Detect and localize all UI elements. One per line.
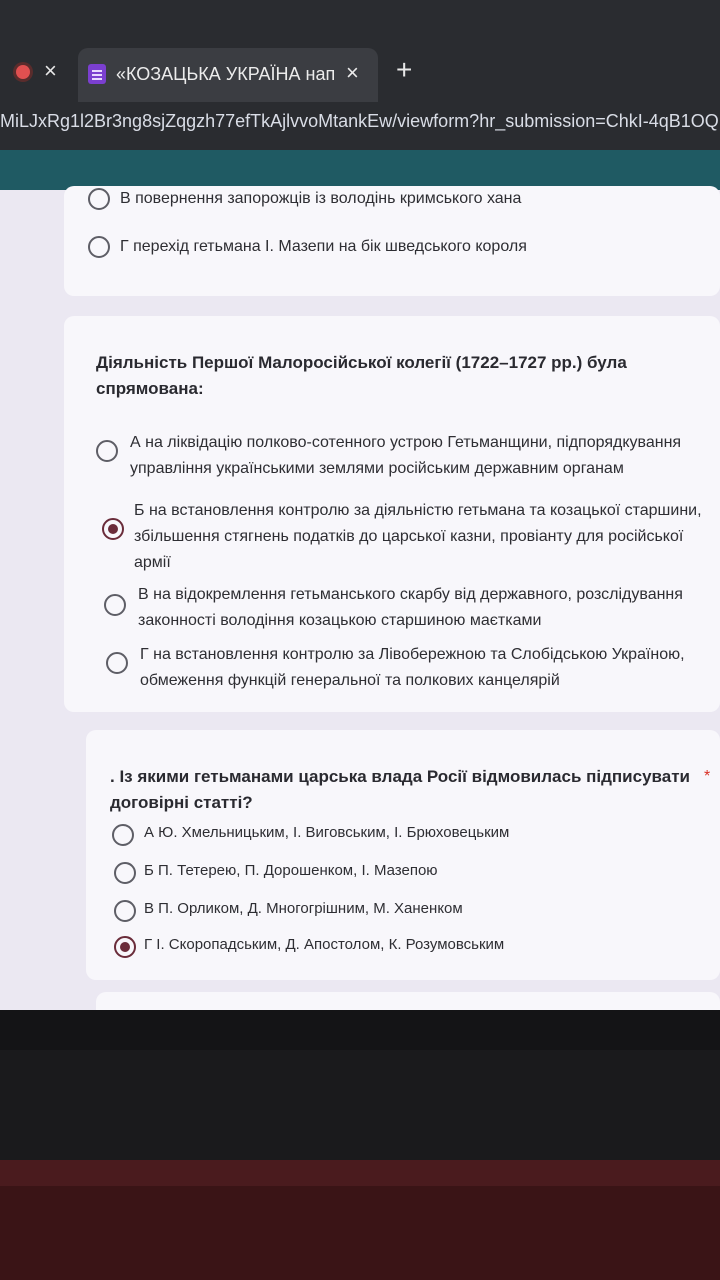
bezel-edge [0, 1160, 720, 1186]
option-label: Г на встановлення контролю за Лівобережн… [140, 646, 685, 689]
question-title: . Із якими гетьманами царська влада Росі… [110, 767, 690, 786]
radio-option-b-selected[interactable] [102, 518, 124, 540]
radio-option-a[interactable] [112, 824, 134, 846]
question-title: Діяльність Першої Малоросійської колегії… [96, 353, 627, 372]
browser-chrome: × «КОЗАЦЬКА УКРАЇНА наприкін × + MiLJxRg… [0, 0, 720, 190]
radio-option-d[interactable] [106, 652, 128, 674]
option-label: А на ліквідацію полково-сотенного устрою… [130, 434, 682, 477]
radio-option-c[interactable] [114, 900, 136, 922]
option-label: В П. Орликом, Д. Многогрішним, М. Ханенк… [144, 900, 463, 917]
option-label: В повернення запорожців із володінь крим… [120, 190, 522, 207]
question-card: Діяльність Першої Малоросійської колегії… [64, 316, 720, 712]
recording-icon [16, 65, 30, 79]
radio-option-c[interactable] [104, 594, 126, 616]
radio-option-a[interactable] [96, 440, 118, 462]
radio-option-b[interactable] [114, 862, 136, 884]
question-title-cont: спрямована: [96, 379, 204, 398]
screen-off-area [0, 1050, 720, 1160]
option-label: А Ю. Хмельницьким, І. Виговським, І. Брю… [144, 824, 510, 841]
question-title-cont: договірні статті? [110, 793, 253, 812]
required-asterisk: * [704, 768, 711, 785]
tab-title: «КОЗАЦЬКА УКРАЇНА наприкін [116, 64, 336, 84]
forms-icon [88, 64, 106, 84]
form-body: В повернення запорожців із володінь крим… [0, 186, 720, 1032]
option-label: В на відокремлення гетьманського скарбу … [138, 586, 683, 629]
form-header-bar [0, 150, 720, 190]
option-label: Б на встановлення контролю за діяльністю… [134, 502, 702, 571]
radio-option[interactable] [88, 236, 110, 258]
previous-question-card: В повернення запорожців із володінь крим… [64, 186, 720, 296]
option-label: Г І. Скоропадським, Д. Апостолом, К. Роз… [144, 936, 505, 953]
address-bar[interactable]: MiLJxRg1l2Br3ng8sjZqgzh77efTkAjlvvoMtank… [0, 104, 720, 138]
option-label: Г перехід гетьмана І. Мазепи на бік швед… [120, 238, 527, 255]
active-tab[interactable]: «КОЗАЦЬКА УКРАЇНА наприкін × [78, 48, 378, 102]
close-tab-icon[interactable]: × [44, 58, 57, 84]
taskbar [0, 1010, 720, 1050]
tab-strip: × «КОЗАЦЬКА УКРАЇНА наприкін × + [0, 40, 720, 102]
radio-option-d-selected[interactable] [114, 936, 136, 958]
new-tab-button[interactable]: + [396, 54, 412, 86]
close-tab-button[interactable]: × [346, 60, 359, 86]
radio-option[interactable] [88, 188, 110, 210]
option-label: Б П. Тетерею, П. Дорошенком, І. Мазепою [144, 862, 438, 879]
question-card: . Із якими гетьманами царська влада Росі… [86, 730, 720, 980]
